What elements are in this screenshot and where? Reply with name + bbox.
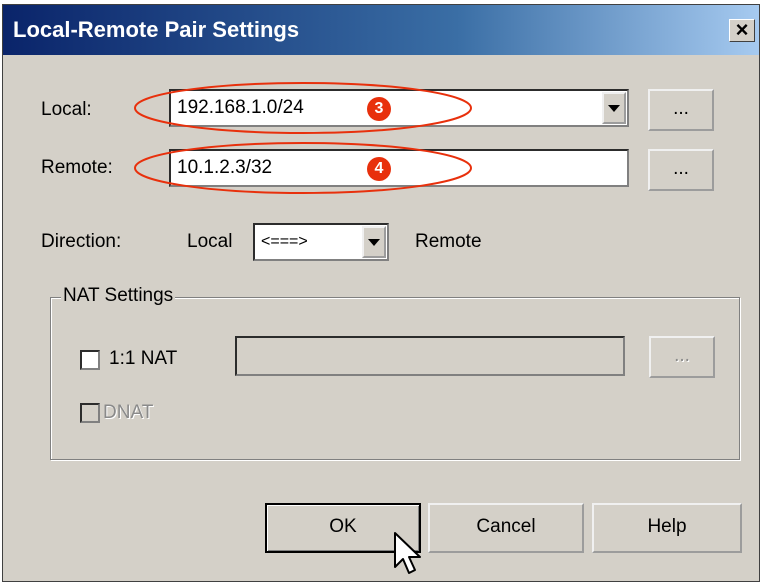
direction-dropdown-button[interactable] [362,226,386,258]
dnat-checkbox[interactable] [80,403,100,423]
nat-settings-group: NAT Settings 1:1 NAT ... DNAT [50,285,740,460]
remote-highlight-ellipse [134,142,472,194]
local-highlight-ellipse [134,82,472,134]
direction-value: <===> [261,233,308,250]
direction-remote-label: Remote [415,231,482,252]
annotation-overlay [134,82,472,194]
mouse-pointer-icon [394,532,421,574]
help-button[interactable]: Help [592,503,742,553]
one-to-one-nat-checkbox[interactable] [80,350,100,370]
one-to-one-nat-label: 1:1 NAT [109,348,178,369]
cancel-button[interactable]: Cancel [428,503,584,553]
direction-label: Direction: [41,231,122,252]
one-to-one-nat-input[interactable] [235,336,625,376]
direction-local-label: Local [187,231,233,252]
direction-select[interactable]: <===> [253,223,389,261]
local-remote-pair-dialog: Local-Remote Pair Settings × Local: 192.… [2,4,760,582]
chevron-down-icon [368,238,380,246]
annotation-badge-3: 3 [367,97,391,121]
dnat-label: DNAT [103,402,154,423]
annotation-badge-4: 4 [367,157,391,181]
nat-browse-button[interactable]: ... [649,336,715,378]
nat-settings-label: NAT Settings [61,285,176,307]
